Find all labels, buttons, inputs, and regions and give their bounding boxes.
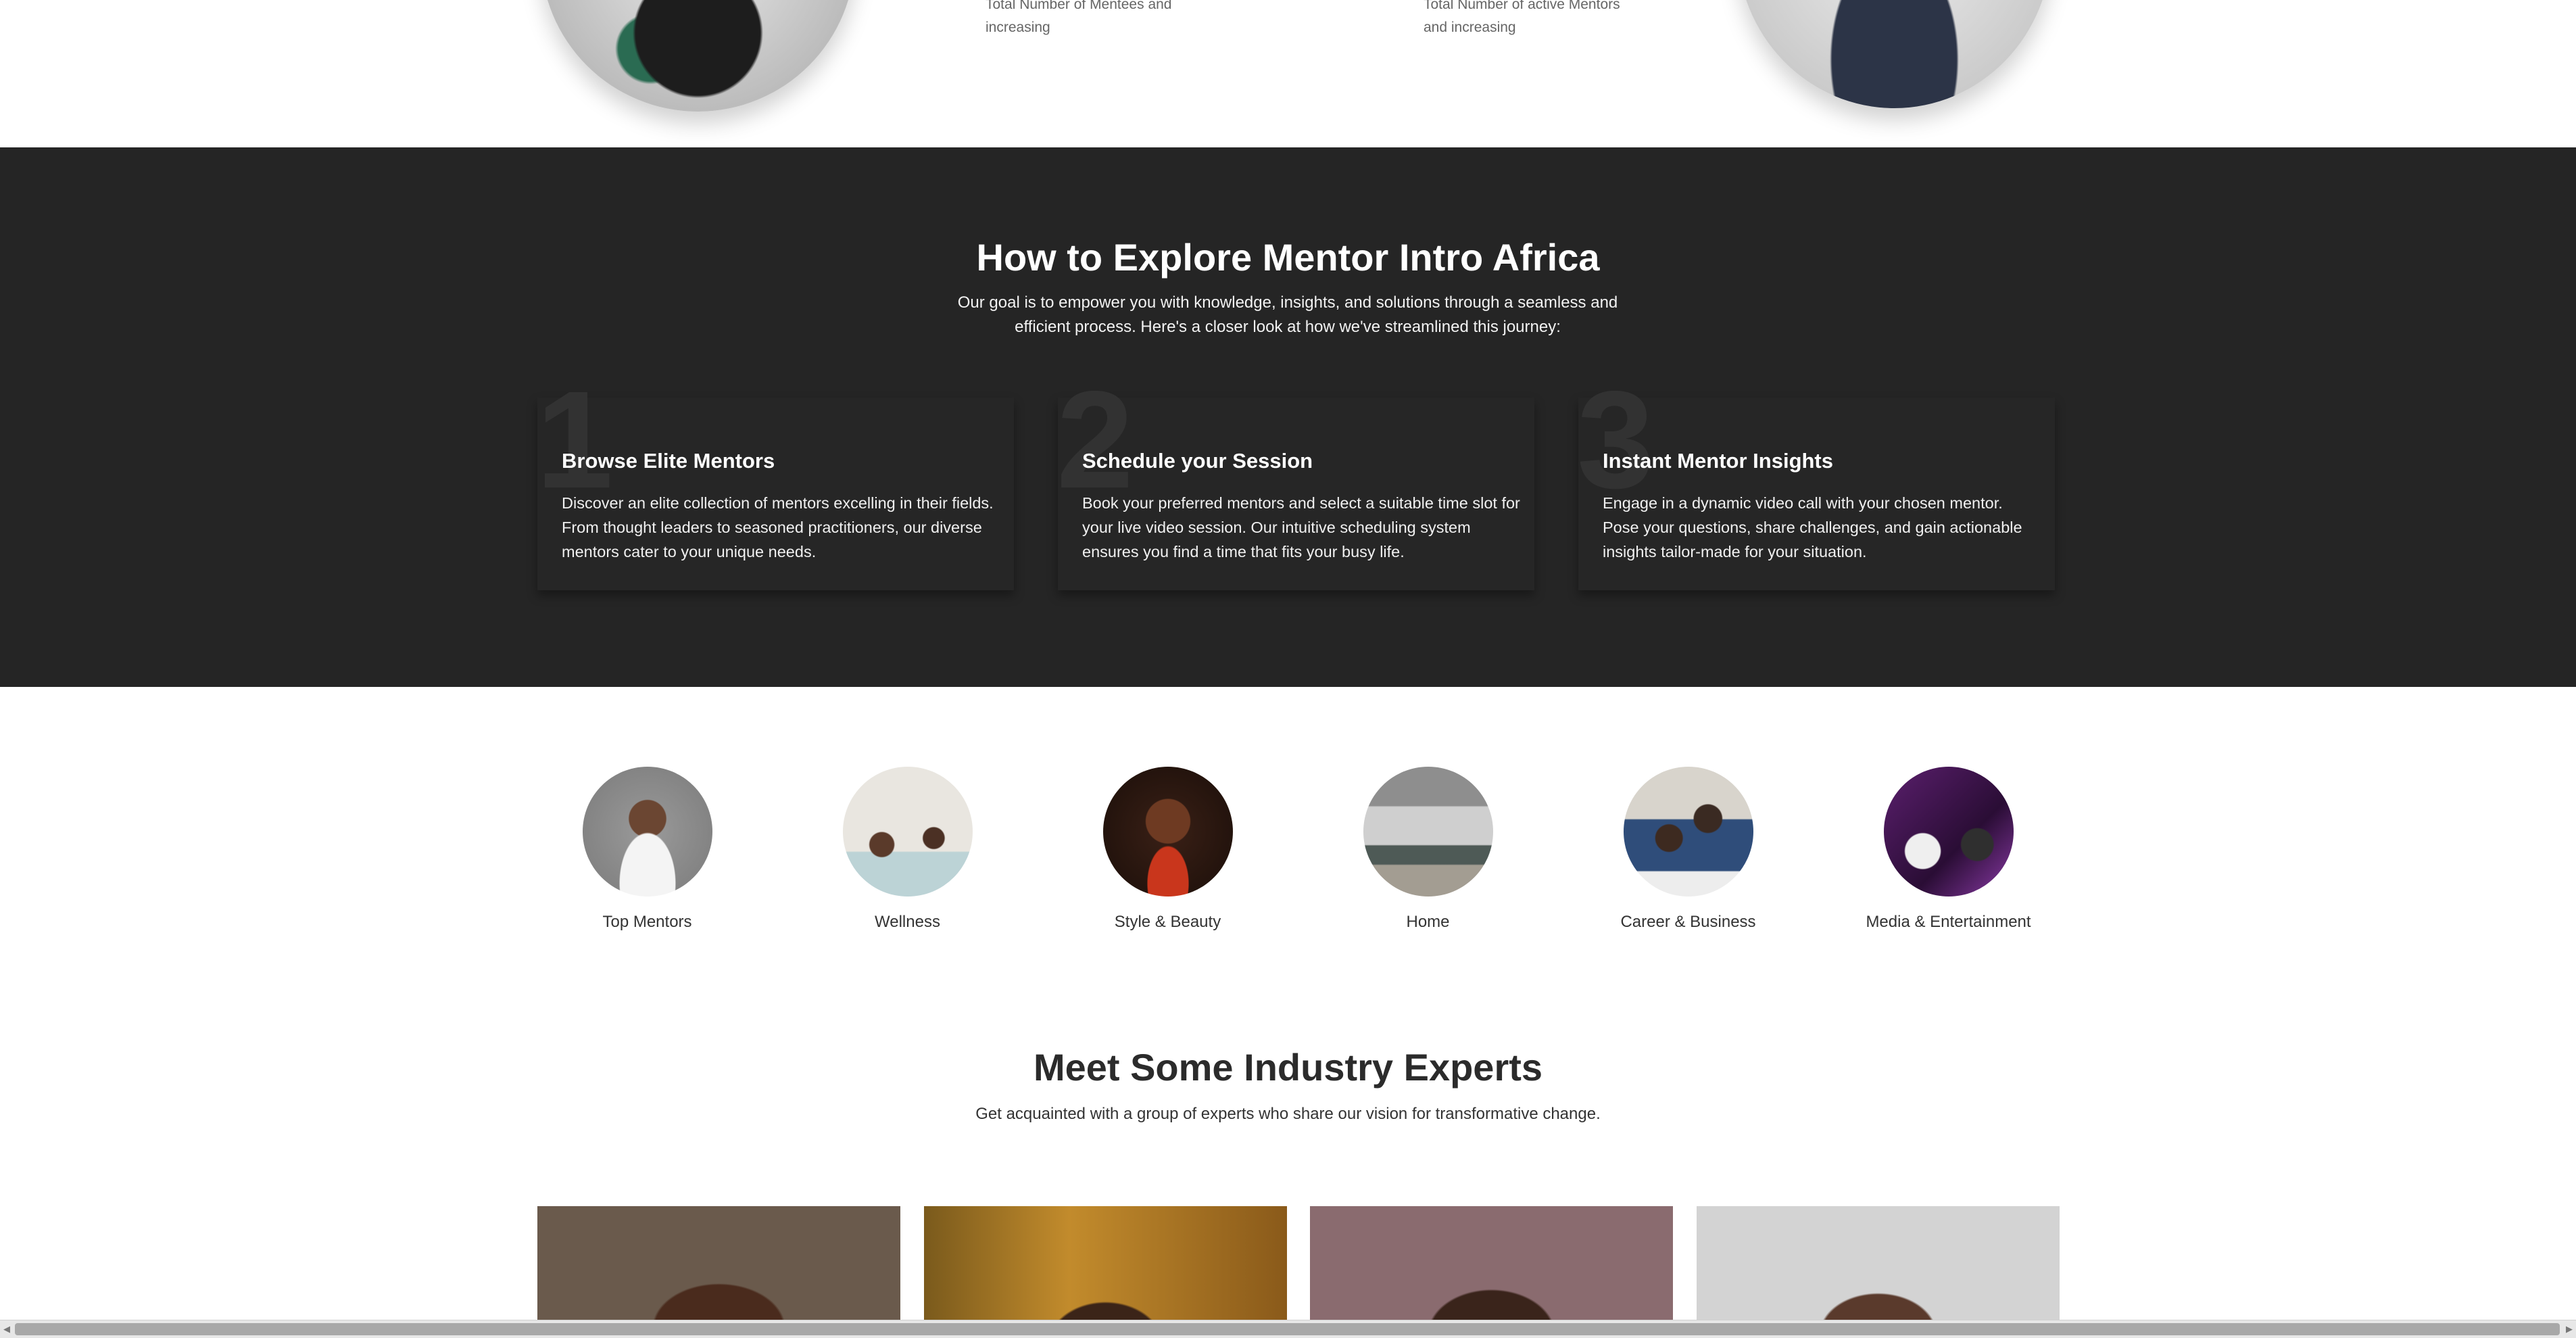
step-text: Book your preferred mentors and select a… (1082, 494, 1520, 560)
experts-section: Meet Some Industry Experts Get acquainte… (0, 957, 2576, 1337)
category-image (842, 767, 973, 897)
category-wellness[interactable]: Wellness (777, 767, 1038, 932)
category-media-entertainment[interactable]: Media & Entertainment (1818, 767, 2079, 932)
category-home[interactable]: Home (1298, 767, 1558, 932)
mentees-caption: Total Number of Mentees and increasing (986, 0, 1172, 35)
expert-card[interactable] (924, 1206, 1287, 1335)
category-career-business[interactable]: Career & Business (1558, 767, 1818, 932)
step-card-browse: 1 Browse Elite Mentors Discover an elite… (536, 371, 1014, 590)
mentee-photo (541, 0, 855, 112)
scrollbar-thumb[interactable] (15, 1323, 2560, 1335)
step-number: 3 (1577, 362, 1655, 517)
category-image (1623, 767, 1753, 897)
category-image (1102, 767, 1233, 897)
step-text: Discover an elite collection of mentors … (562, 494, 994, 560)
how-to-title: How to Explore Mentor Intro Africa (976, 236, 1600, 279)
step-title: Instant Mentor Insights (1603, 449, 1833, 473)
category-label: Media & Entertainment (1866, 913, 2031, 931)
horizontal-scrollbar[interactable]: ◀ ▶ (0, 1320, 2576, 1338)
expert-card[interactable] (537, 1206, 900, 1335)
how-to-intro: Our goal is to empower you with knowledg… (957, 293, 1618, 336)
step-text: Engage in a dynamic video call with your… (1603, 494, 2022, 560)
stats-strip: Total Number of Mentees and increasing T… (0, 0, 2576, 147)
scroll-right-icon[interactable]: ▶ (2562, 1322, 2576, 1337)
category-label: Home (1406, 913, 1450, 931)
category-image (1883, 767, 2014, 897)
step-number: 1 (536, 362, 614, 517)
category-label: Career & Business (1620, 913, 1756, 931)
experts-title: Meet Some Industry Experts (1033, 1046, 1543, 1089)
category-label: Wellness (875, 913, 940, 931)
category-image (582, 767, 712, 897)
step-card-insights: 3 Instant Mentor Insights Engage in a dy… (1577, 371, 2055, 590)
categories-row: Top Mentors Wellness Style & Beauty Home… (0, 687, 2576, 957)
step-title: Browse Elite Mentors (562, 449, 775, 473)
experts-subtitle: Get acquainted with a group of experts w… (975, 1105, 1601, 1123)
category-image (1363, 767, 1493, 897)
step-number: 2 (1056, 362, 1134, 517)
step-card-schedule: 2 Schedule your Session Book your prefer… (1056, 371, 1534, 590)
category-label: Style & Beauty (1114, 913, 1221, 931)
category-label: Top Mentors (602, 913, 692, 931)
how-to-section: How to Explore Mentor Intro Africa Our g… (0, 147, 2576, 687)
category-style-beauty[interactable]: Style & Beauty (1038, 767, 1298, 932)
scroll-left-icon[interactable]: ◀ (0, 1322, 14, 1337)
mentor-photo (1737, 0, 2051, 108)
step-title: Schedule your Session (1082, 449, 1313, 473)
mentors-caption: Total Number of active Mentors and incre… (1424, 0, 1620, 35)
category-top-mentors[interactable]: Top Mentors (517, 767, 777, 932)
expert-card[interactable] (1697, 1206, 2060, 1335)
expert-card[interactable] (1310, 1206, 1673, 1335)
